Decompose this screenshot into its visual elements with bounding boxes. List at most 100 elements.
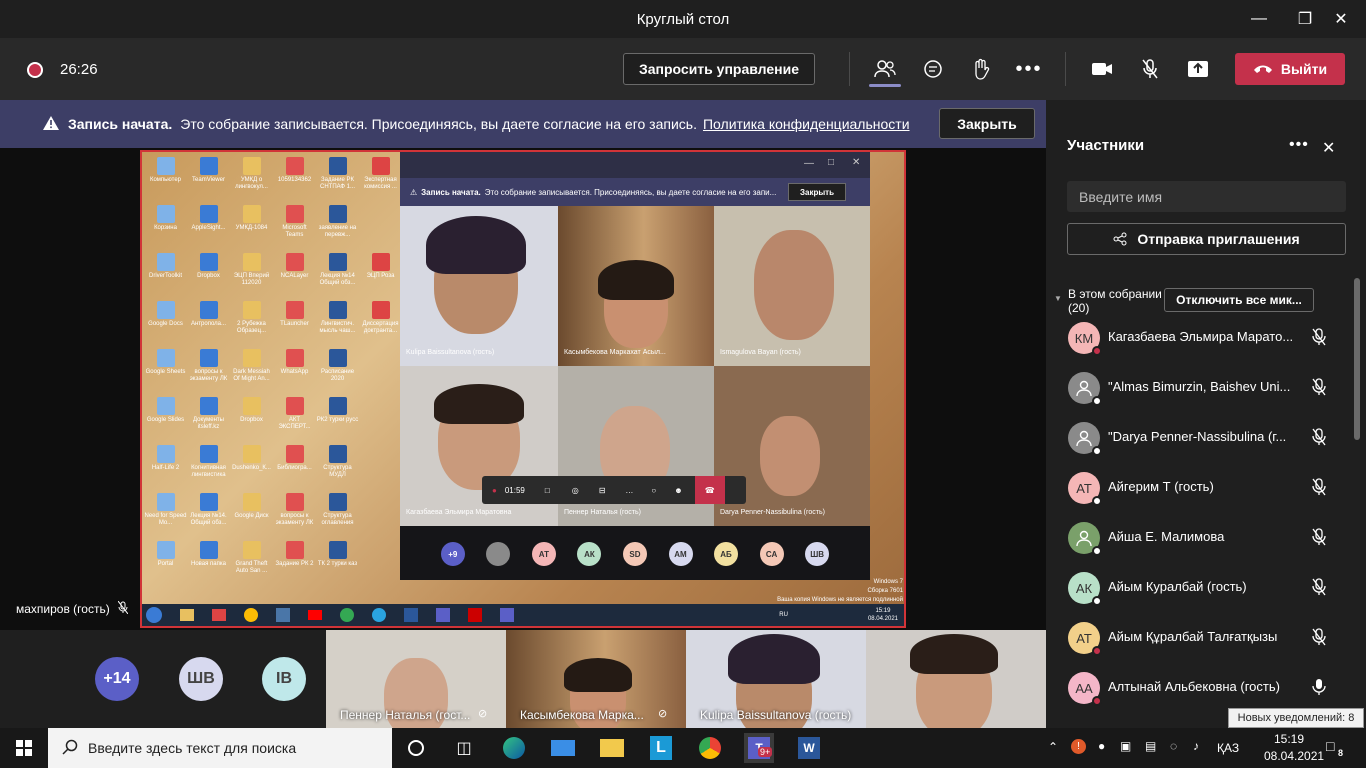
participant-row[interactable]: "Darya Penner-Nassibulina (г... xyxy=(1046,412,1354,462)
tray-mic-icon[interactable]: ● xyxy=(1098,739,1105,753)
raise-hand-icon[interactable] xyxy=(963,52,999,86)
close-window-icon[interactable]: ✕ xyxy=(1318,0,1364,38)
participant-row[interactable]: АК Айым Куралбай (гость) xyxy=(1046,562,1354,612)
shared-participant-avatar: АТ xyxy=(531,542,556,566)
desktop-icon: Portal xyxy=(144,538,187,586)
video-tile[interactable]: Kulipa Baissultanova (гость) xyxy=(686,630,866,728)
file-explorer-icon[interactable] xyxy=(597,733,627,763)
desktop-icon-label: Документы itsleff.kz xyxy=(193,417,224,430)
participant-row[interactable]: КМ Кагазбаева Эльмира Марато... xyxy=(1046,312,1354,362)
desktop-icon-label: Dropbox xyxy=(240,417,263,423)
shared-record-icon: ● xyxy=(492,485,497,495)
tray-network-icon[interactable]: ▤ xyxy=(1145,739,1156,753)
shared-share-icon: ⊟ xyxy=(598,485,606,495)
presence-status-icon xyxy=(1092,446,1102,456)
desktop-file-icon xyxy=(371,253,390,271)
tray-chevron-icon[interactable]: ⌃ xyxy=(1048,740,1058,754)
video-tile[interactable] xyxy=(866,630,1046,728)
minimize-icon[interactable]: — xyxy=(1236,0,1282,38)
request-control-button[interactable]: Запросить управление xyxy=(623,53,815,85)
participant-avatar[interactable]: IB xyxy=(262,657,306,701)
teams-taskbar-icon[interactable]: T 9+ xyxy=(744,733,774,763)
shared-call-controls: ● 01:59 □ ◎ ⊟ … ○ ☻ ☎ xyxy=(482,476,746,504)
desktop-icon: ЭЦП Вперий 112020 xyxy=(230,250,273,298)
desktop-icon: Dropbox xyxy=(230,394,273,442)
mic-muted-icon: ⊘ xyxy=(658,708,668,720)
desktop-icon-label: Антропола... xyxy=(190,321,227,327)
cortana-icon[interactable] xyxy=(401,733,431,763)
desktop-icon-label: РК2 турки русс xyxy=(316,417,359,423)
desktop-icon xyxy=(359,490,402,538)
edge-icon[interactable] xyxy=(499,733,529,763)
word-icon[interactable]: W xyxy=(794,733,824,763)
desktop-icon-label: Need for Speed Mo... xyxy=(144,513,187,526)
shared-mic-icon: ◎ xyxy=(571,485,579,495)
tray-wifi-icon[interactable]: ◌ xyxy=(1170,739,1177,753)
share-screen-icon[interactable] xyxy=(1180,52,1216,86)
windows-search-box[interactable]: Введите здесь текст для поиска xyxy=(48,728,392,768)
mic-icon xyxy=(1312,678,1330,696)
shared-window-titlebar: — □ ✕ xyxy=(400,152,870,178)
panel-more-icon[interactable]: ••• xyxy=(1289,136,1309,154)
privacy-policy-link[interactable]: Политика конфиденциальности xyxy=(703,116,910,132)
person-icon xyxy=(1076,430,1092,447)
tray-app-icon[interactable]: ▣ xyxy=(1120,739,1131,753)
shared-participant-avatar: АК xyxy=(577,542,602,566)
panel-scrollbar[interactable] xyxy=(1354,278,1360,440)
participant-row[interactable]: Айша Е. Малимова xyxy=(1046,512,1354,562)
desktop-icon: Экспертная комиссия ... xyxy=(359,154,402,202)
desktop-icon: Структура оглавления xyxy=(316,490,359,538)
send-invite-button[interactable]: Отправка приглашения xyxy=(1067,223,1346,255)
mail-icon[interactable] xyxy=(548,733,578,763)
desktop-icon: Лекция №14. Общий обз... xyxy=(187,490,230,538)
presence-status-icon xyxy=(1092,546,1102,556)
windows-start-icon[interactable] xyxy=(9,733,39,763)
desktop-icon: Лекция №14 Общий обз... xyxy=(316,250,359,298)
overflow-count-avatar[interactable]: +14 xyxy=(95,657,139,701)
desktop-icon-label: Google Slides xyxy=(146,417,185,423)
l-app-icon[interactable]: L xyxy=(646,733,676,763)
collapse-chevron-icon[interactable]: ▼ xyxy=(1054,294,1062,303)
mic-muted-icon xyxy=(1312,378,1330,396)
more-options-icon[interactable]: ••• xyxy=(1011,52,1047,86)
participant-row[interactable]: АТ Айгерим Т (гость) xyxy=(1046,462,1354,512)
task-view-icon[interactable]: ◫ xyxy=(449,733,479,763)
desktop-file-icon xyxy=(285,445,304,463)
video-tile[interactable]: Касымбекова Марка... ⊘ xyxy=(506,630,686,728)
mute-all-button[interactable]: Отключить все мик... xyxy=(1164,288,1314,312)
chat-icon[interactable] xyxy=(915,52,951,86)
desktop-file-icon xyxy=(242,253,261,271)
desktop-icon: заявление на перевж... xyxy=(316,202,359,250)
participant-avatar[interactable]: ШВ xyxy=(179,657,223,701)
participants-icon[interactable] xyxy=(867,52,903,86)
leave-button[interactable]: Выйти xyxy=(1235,53,1345,85)
desktop-icon-label: Dushenko_К... xyxy=(232,465,271,471)
video-tile[interactable]: Пеннер Наталья (гост... ⊘ xyxy=(326,630,506,728)
tray-clock[interactable]: 15:19 08.04.2021 xyxy=(1264,731,1324,765)
tray-volume-icon[interactable]: ♪ xyxy=(1193,739,1199,753)
action-center-icon[interactable]: □ xyxy=(1326,738,1334,754)
participant-search-input[interactable] xyxy=(1067,181,1346,212)
desktop-icon: УМКД-1084 xyxy=(230,202,273,250)
desktop-icon: NCALayer xyxy=(273,250,316,298)
desktop-file-icon xyxy=(242,445,261,463)
desktop-file-icon xyxy=(242,397,261,415)
participant-row[interactable]: АА Алтынай Альбековна (гость) xyxy=(1046,662,1354,712)
mic-muted-icon[interactable] xyxy=(1132,52,1168,86)
chrome-icon[interactable] xyxy=(695,733,725,763)
shared-participant-avatar: AM xyxy=(668,542,693,566)
desktop-file-icon xyxy=(199,445,218,463)
desktop-icon-label: Задание РК 2 xyxy=(275,561,314,567)
desktop-icon-label: УМКД о лингвокул... xyxy=(235,177,268,190)
alert-icon[interactable]: ! xyxy=(1071,739,1086,754)
panel-close-icon[interactable]: ✕ xyxy=(1322,138,1335,158)
presence-status-icon xyxy=(1092,596,1102,606)
participant-row[interactable]: "Almas Bimurzin, Baishev Uni... xyxy=(1046,362,1354,412)
banner-close-button[interactable]: Закрыть xyxy=(939,108,1035,139)
shared-participant-avatar: SD xyxy=(622,542,647,566)
participant-row[interactable]: АТ Айым Құралбай Талғатқызы xyxy=(1046,612,1354,662)
tray-language[interactable]: ҚАЗ xyxy=(1217,741,1239,755)
video-tile-name: Пеннер Наталья (гост... xyxy=(340,708,471,722)
desktop-icon: Корзина xyxy=(144,202,187,250)
camera-icon[interactable] xyxy=(1084,52,1120,86)
